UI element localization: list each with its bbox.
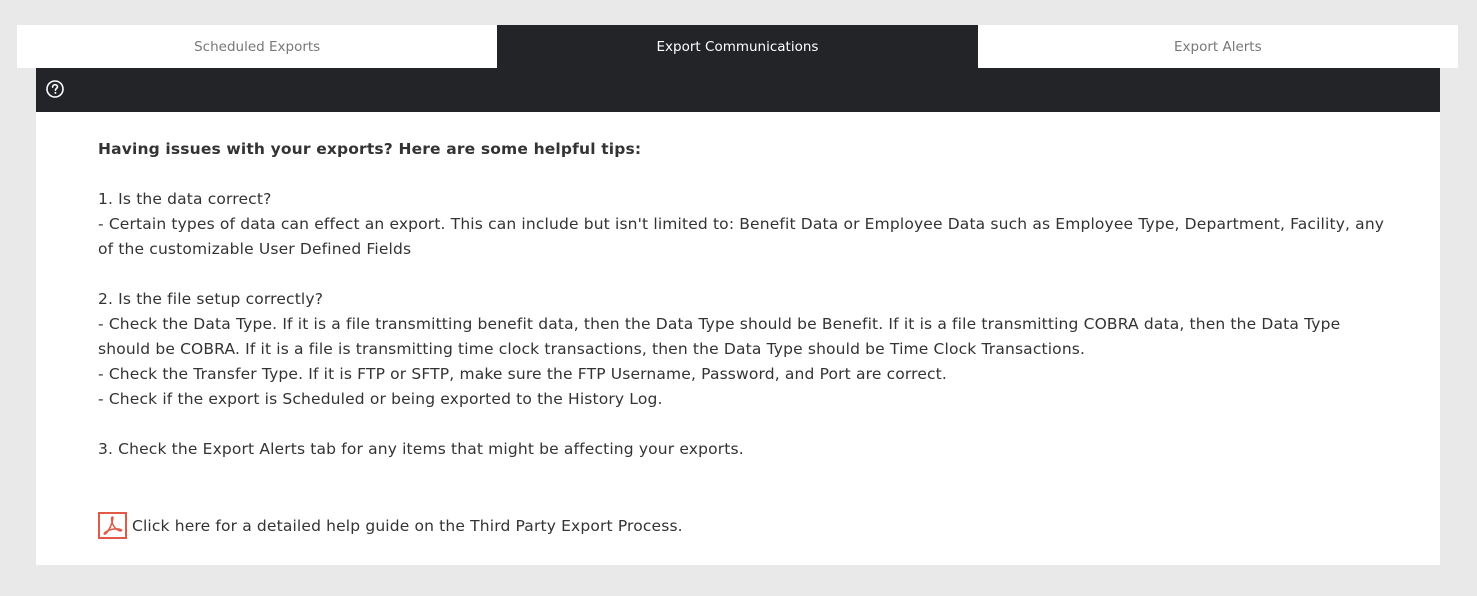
export-communications-panel: Having issues with your exports? Here ar… — [36, 112, 1440, 565]
help-guide-link[interactable]: Click here for a detailed help guide on … — [98, 512, 683, 539]
panel-toolbar — [36, 68, 1440, 112]
tab-bar: Scheduled Exports Export Communications … — [17, 25, 1458, 68]
help-icon[interactable] — [46, 80, 64, 98]
help-guide-label[interactable]: Click here for a detailed help guide on … — [132, 517, 683, 535]
tip-section-3: 3. Check the Export Alerts tab for any i… — [98, 437, 1388, 462]
tip-2-title: 2. Is the file setup correctly? — [98, 290, 324, 308]
tips-content: Having issues with your exports? Here ar… — [98, 137, 1388, 462]
tab-export-communications[interactable]: Export Communications — [497, 25, 978, 68]
tips-heading: Having issues with your exports? Here ar… — [98, 140, 642, 158]
tip-section-1: 1. Is the data correct? - Certain types … — [98, 187, 1388, 262]
tip-3-title: 3. Check the Export Alerts tab for any i… — [98, 440, 744, 458]
tip-2-line: - Check the Transfer Type. If it is FTP … — [98, 365, 947, 383]
tip-2-line: - Check if the export is Scheduled or be… — [98, 390, 663, 408]
tab-scheduled-exports[interactable]: Scheduled Exports — [17, 25, 498, 68]
tab-export-alerts[interactable]: Export Alerts — [977, 25, 1458, 68]
pdf-icon — [98, 512, 127, 539]
tip-2-line: - Check the Data Type. If it is a file t… — [98, 315, 1341, 358]
tip-1-line: - Certain types of data can effect an ex… — [98, 215, 1385, 258]
tip-section-2: 2. Is the file setup correctly? - Check … — [98, 287, 1388, 412]
tip-1-title: 1. Is the data correct? — [98, 190, 272, 208]
